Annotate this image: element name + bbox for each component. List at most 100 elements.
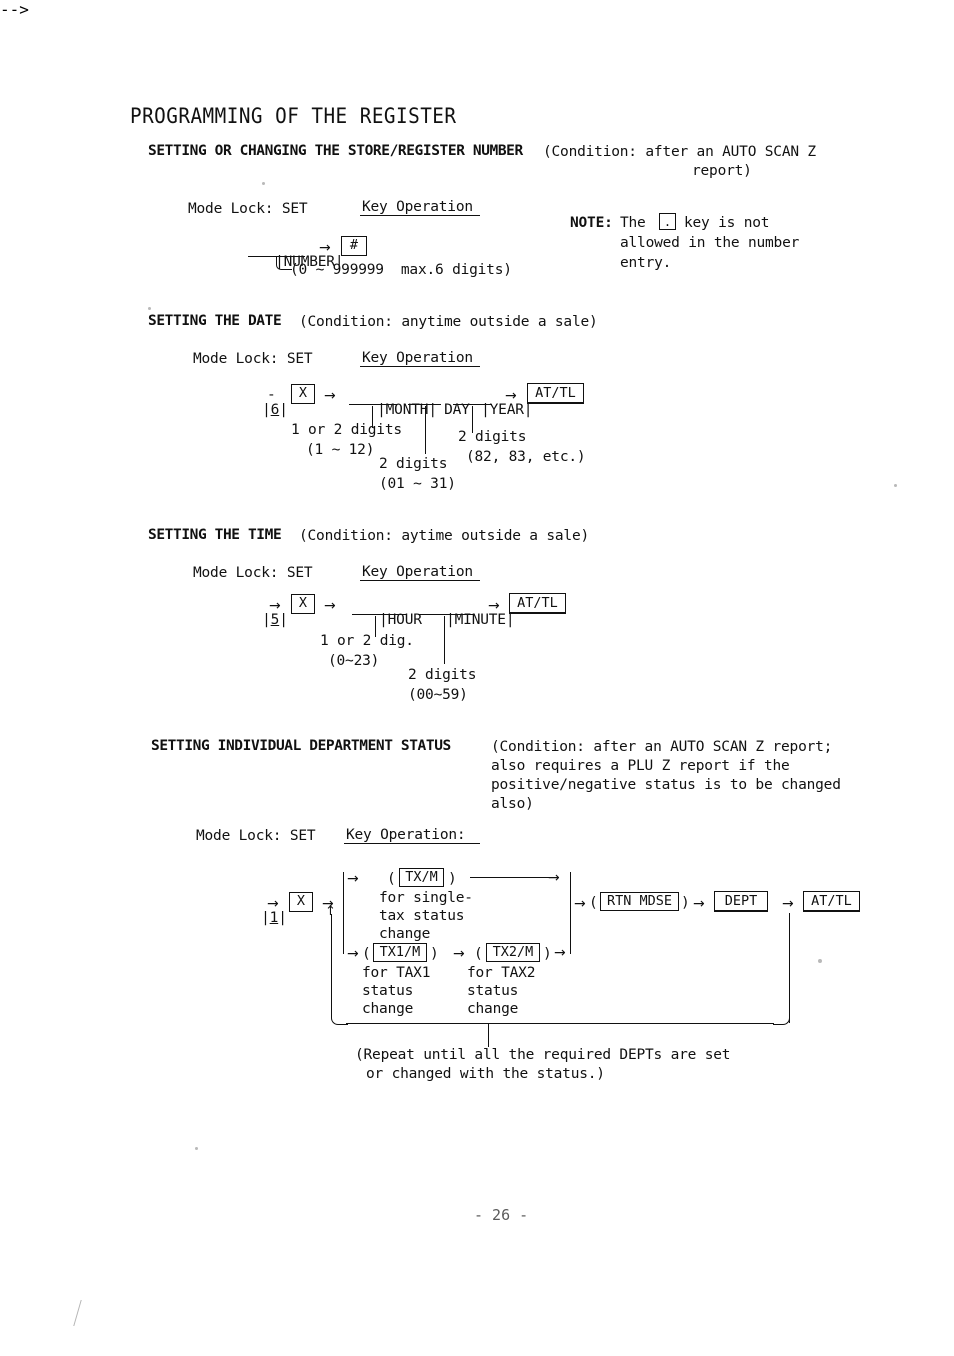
time-digit-left-bar: |	[262, 612, 271, 628]
dept-digit-left-bar: |	[261, 910, 270, 926]
page-title: PROGRAMMING OF THE REGISTER	[130, 104, 457, 128]
tx1-m-caption-line2: status	[362, 983, 414, 999]
document-page: PROGRAMMING OF THE REGISTER SETTING OR C…	[0, 0, 954, 1356]
date-digit-right-bar: |	[279, 402, 288, 418]
dept-multiply-key[interactable]: X	[289, 892, 313, 912]
arrow-tx1-to-tx2: →	[453, 946, 465, 962]
time-at-tl-key[interactable]: AT/TL	[509, 593, 566, 614]
tx2-m-caption-line2: status	[467, 983, 519, 999]
loop-return-arrow-up: ↑	[325, 904, 336, 919]
section-condition-setting-the-date: (Condition: anytime outside a sale)	[299, 314, 598, 330]
date-multiply-key-label: X	[298, 385, 308, 402]
mode-lock-setting-the-date: Mode Lock: SET	[193, 351, 313, 367]
dept-digit-right-bar: |	[278, 910, 287, 926]
loop-corner-bottom-left	[331, 1008, 348, 1025]
time-minute-annotation-line1: 2 digits	[408, 667, 477, 683]
arrow-number-to-hash: →	[319, 240, 331, 256]
branch-split-bar-left	[343, 872, 345, 954]
time-hour-underline	[352, 614, 407, 616]
time-multiply-key[interactable]: X	[291, 594, 315, 614]
date-year-label: YEAR	[489, 402, 524, 418]
tx-m-close-paren: )	[448, 871, 457, 887]
section-heading-store-register-number: SETTING OR CHANGING THE STORE/REGISTER N…	[148, 143, 523, 159]
date-year-annotation-line2: (82, 83, etc.)	[466, 449, 586, 465]
arrow-time-x-to-fields: →	[324, 598, 336, 614]
mode-lock-department-status: Mode Lock: SET	[196, 828, 316, 844]
tx2-m-key-label: TX2/M	[492, 943, 534, 960]
tx-m-open-paren: (	[387, 871, 396, 887]
note-label: NOTE:	[570, 215, 613, 231]
rtn-mdse-open-paren: (	[589, 895, 598, 911]
tx2-m-caption-line1: for TAX2	[467, 965, 536, 981]
note-line1-before: The	[620, 215, 646, 231]
repeat-note-line2: or changed with the status.)	[366, 1066, 605, 1082]
loop-bottom-horizontal	[346, 1023, 774, 1025]
date-digit-left-bar: |	[262, 402, 271, 418]
key-operation-label-setting-the-time: Key Operation	[362, 564, 473, 580]
dept-key[interactable]: DEPT	[714, 891, 768, 912]
tx2-m-key[interactable]: TX2/M	[486, 943, 540, 962]
time-minute-dropline	[444, 616, 446, 664]
date-multiply-key[interactable]: X	[291, 384, 315, 404]
time-multiply-key-label: X	[298, 595, 308, 612]
arrow-rtn-mdse-to-dept: →	[693, 896, 705, 912]
section-condition-store-register-number-line2: report)	[692, 163, 752, 179]
scan-edge-mark	[59, 1300, 82, 1326]
tx1-m-key[interactable]: TX1/M	[373, 943, 427, 962]
date-month-annotation-line1: 1 or 2 digits	[291, 422, 402, 438]
key-operation-underline-3	[360, 580, 480, 582]
dept-at-tl-key-label: AT/TL	[811, 892, 852, 909]
tx-m-caption-line2: tax status	[379, 908, 465, 924]
repeat-note-line1: (Repeat until all the required DEPTs are…	[355, 1047, 731, 1063]
key-operation-label-store-register-number: Key Operation	[362, 199, 473, 215]
mode-lock-store-register-number: Mode Lock: SET	[188, 201, 308, 217]
tx-m-key[interactable]: TX/M	[399, 868, 444, 887]
tx2-m-caption-line3: change	[467, 1001, 519, 1017]
arrow-top-branch-to-join: →	[548, 870, 560, 886]
date-digit-label: 6	[270, 402, 280, 418]
section-condition-store-register-number-line1: (Condition: after an AUTO SCAN Z	[543, 144, 816, 160]
mode-lock-setting-the-time: Mode Lock: SET	[193, 565, 313, 581]
date-year-field: |YEAR|	[447, 386, 532, 434]
arrow-into-top-branch: →	[347, 871, 359, 887]
rtn-mdse-close-paren: )	[681, 895, 690, 911]
decimal-point-key[interactable]: .	[659, 213, 676, 230]
arrow-time-fields-to-total: →	[488, 598, 500, 614]
key-operation-underline-4	[344, 843, 480, 845]
note-line3: entry.	[620, 255, 672, 271]
loop-right-vertical	[789, 913, 791, 1023]
tx-m-caption-line3: change	[379, 926, 431, 942]
time-minute-underline	[418, 614, 474, 616]
scan-speck	[262, 182, 265, 185]
dept-digit-label: 1	[269, 910, 279, 926]
hash-key[interactable]: #	[341, 236, 367, 256]
date-at-tl-key[interactable]: AT/TL	[527, 383, 584, 404]
branch-join-bar-right	[570, 872, 572, 954]
arrow-dept-digit-to-x: →	[267, 896, 279, 912]
tx1-m-open-paren: (	[362, 946, 371, 962]
rtn-mdse-key[interactable]: RTN MDSE	[600, 892, 679, 911]
date-month-annotation-line2: (1 ~ 12)	[306, 442, 375, 458]
section-heading-setting-the-date: SETTING THE DATE	[148, 313, 282, 329]
loop-left-vertical	[331, 914, 333, 1010]
date-at-tl-key-label: AT/TL	[535, 384, 576, 401]
date-day-annotation-line1: 2 digits	[379, 456, 448, 472]
tx1-m-key-label: TX1/M	[379, 943, 421, 960]
loop-corner-bottom-right	[773, 1008, 790, 1025]
date-dash: -	[267, 387, 276, 403]
time-hour-annotation-line2: (0~23)	[328, 653, 380, 669]
dept-key-label: DEPT	[724, 892, 758, 909]
time-minute-annotation-line2: (00~59)	[408, 687, 468, 703]
tx-m-caption-line1: for single-	[379, 890, 473, 906]
dept-at-tl-key[interactable]: AT/TL	[803, 891, 860, 912]
scan-speck	[894, 484, 897, 487]
arrow-date-x-to-fields: →	[324, 388, 336, 404]
section-condition-department-status-line1: (Condition: after an AUTO SCAN Z report;	[491, 739, 833, 755]
tx1-m-caption-line1: for TAX1	[362, 965, 431, 981]
arrow-date-fields-to-total: →	[505, 388, 517, 404]
rtn-mdse-key-label: RTN MDSE	[606, 892, 673, 909]
time-minute-right-bar: |	[505, 612, 515, 628]
section-condition-department-status-line2: also requires a PLU Z report if the	[491, 758, 790, 774]
date-year-right-bar: |	[523, 402, 533, 418]
date-year-annotation-line1: 2 digits	[458, 429, 527, 445]
